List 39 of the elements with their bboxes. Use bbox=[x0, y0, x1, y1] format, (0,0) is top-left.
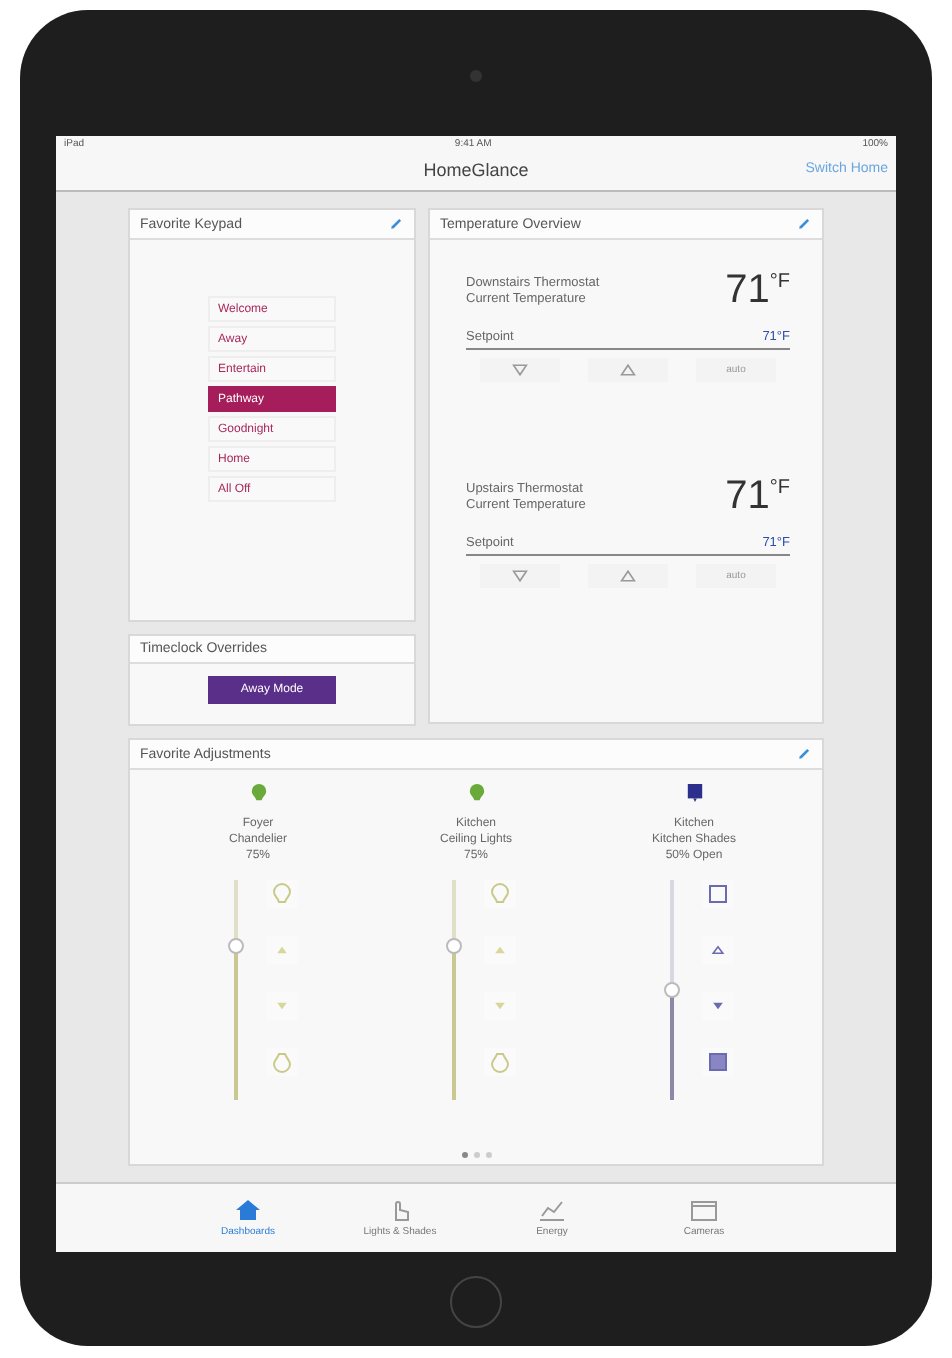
edit-icon[interactable] bbox=[796, 216, 812, 232]
up-triangle-icon bbox=[710, 942, 726, 958]
decrease-button[interactable] bbox=[480, 358, 560, 382]
edit-icon[interactable] bbox=[796, 746, 812, 762]
square-outline-icon bbox=[708, 884, 728, 904]
down-triangle-icon bbox=[492, 998, 508, 1014]
page-dot[interactable] bbox=[485, 1152, 491, 1158]
bulb-icon bbox=[249, 782, 267, 804]
edit-icon[interactable] bbox=[388, 216, 404, 232]
increase-button[interactable] bbox=[588, 564, 668, 588]
page-dot[interactable] bbox=[461, 1152, 467, 1158]
bulb-outline-icon bbox=[490, 882, 510, 906]
current-temperature: 71$^{°F}$ bbox=[725, 474, 790, 520]
down-triangle-icon bbox=[274, 998, 290, 1014]
up-triangle-icon bbox=[620, 568, 636, 584]
home-button[interactable] bbox=[450, 1276, 502, 1328]
bulb-icon bbox=[467, 782, 485, 804]
filled-square-icon bbox=[708, 1052, 728, 1072]
current-temperature: 71$^{°F}$ bbox=[725, 268, 790, 314]
bulb-outline-icon bbox=[490, 1050, 510, 1074]
slider-handle[interactable] bbox=[664, 982, 680, 998]
down-triangle-icon bbox=[512, 568, 528, 584]
slider-handle[interactable] bbox=[228, 938, 244, 954]
slider-handle[interactable] bbox=[446, 938, 462, 954]
chart-icon bbox=[538, 1198, 566, 1222]
shade-icon bbox=[685, 782, 703, 804]
window-icon bbox=[690, 1198, 718, 1222]
bulb-outline-icon bbox=[272, 882, 292, 906]
up-triangle-icon bbox=[620, 362, 636, 378]
page-dot[interactable] bbox=[473, 1152, 479, 1158]
decrease-button[interactable] bbox=[480, 564, 560, 588]
increase-button[interactable] bbox=[588, 358, 668, 382]
up-triangle-icon bbox=[492, 942, 508, 958]
down-triangle-icon bbox=[710, 998, 726, 1014]
down-triangle-icon bbox=[512, 362, 528, 378]
house-icon bbox=[234, 1198, 262, 1222]
up-triangle-icon bbox=[274, 942, 290, 958]
app-title: HomeGlance bbox=[423, 160, 529, 180]
bulb-outline-icon bbox=[272, 1050, 292, 1074]
